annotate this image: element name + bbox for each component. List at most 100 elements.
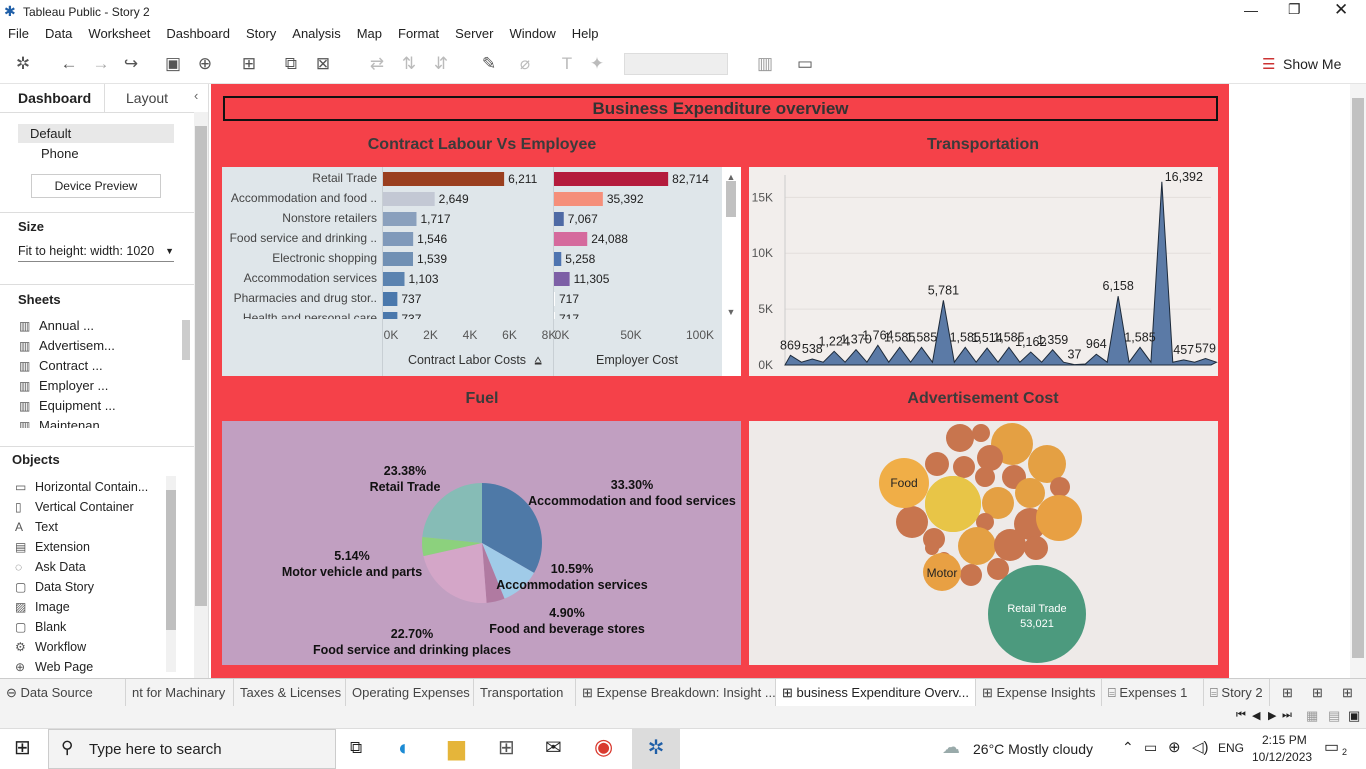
collapse-icon[interactable]: ‹	[194, 88, 198, 103]
undo-icon[interactable]: ←	[58, 53, 80, 75]
restore-icon[interactable]: ❐	[1288, 1, 1301, 18]
transport-chart[interactable]: 15K10K5K0K869 5381,2241,3701,7641,5851,58…	[749, 167, 1218, 376]
object-item[interactable]: A Text	[15, 520, 58, 534]
duplicate-icon[interactable]: ⧉	[280, 53, 302, 75]
menu-worksheet[interactable]: Worksheet	[80, 24, 158, 41]
clock-date[interactable]: 10/12/2023	[1252, 750, 1312, 764]
list-view-icon[interactable]: ▤	[1328, 708, 1340, 724]
employer-bar[interactable]	[554, 212, 564, 226]
sheet-tab[interactable]: ⌸ Expenses 1	[1102, 679, 1204, 707]
taskbar-search[interactable]: ⚲ Type here to search	[48, 729, 336, 769]
advert-bubble[interactable]	[925, 541, 939, 555]
sort-asc-icon[interactable]: ⇅	[398, 53, 420, 75]
sheet-tab[interactable]: ⌸ Story 2	[1204, 679, 1270, 707]
sheet-tab[interactable]: ⊖ Data Source	[0, 679, 126, 707]
store-icon[interactable]: ⊞	[498, 735, 515, 760]
advert-bubble[interactable]	[958, 527, 996, 565]
task-view-icon[interactable]: ⧉	[350, 738, 362, 758]
device-phone[interactable]: Phone	[41, 146, 79, 161]
employer-bar[interactable]	[554, 272, 570, 286]
swap-icon[interactable]: ⇄	[366, 53, 388, 75]
tableau-home-icon[interactable]: ✲	[12, 53, 34, 75]
edge-icon[interactable]: ◐	[398, 735, 411, 761]
scroll-thumb[interactable]	[726, 181, 736, 217]
object-item[interactable]: ▨ Image	[15, 600, 70, 614]
menu-story[interactable]: Story	[238, 24, 284, 41]
network-icon[interactable]: ⊕	[1168, 738, 1181, 756]
advert-bubble[interactable]	[925, 476, 981, 532]
menu-server[interactable]: Server	[447, 24, 501, 41]
battery-icon[interactable]: ▭	[1144, 739, 1157, 756]
object-item[interactable]: ⊕ Web Page	[15, 660, 93, 674]
filmstrip-icon[interactable]: ▣	[1348, 708, 1360, 724]
labor-bar[interactable]	[383, 292, 398, 306]
text-label-icon[interactable]: T	[556, 53, 578, 75]
new-tab-icon[interactable]: ⊞	[1336, 679, 1359, 707]
employer-bar[interactable]	[554, 232, 588, 246]
employer-bar[interactable]	[554, 292, 555, 306]
advert-bubble[interactable]	[975, 467, 995, 487]
advert-bubble[interactable]	[953, 456, 975, 478]
new-tab-icon[interactable]: ⊞	[1276, 679, 1299, 707]
pin-icon[interactable]: ✦	[586, 53, 608, 75]
show-me-icon[interactable]: ☰	[1262, 55, 1275, 73]
sort-desc-icon[interactable]: ⇵	[430, 53, 452, 75]
fit-dropdown[interactable]	[624, 53, 728, 75]
attach-icon[interactable]: ⌀	[514, 53, 536, 75]
sheet-tab[interactable]: ⊞ Expense Insights	[976, 679, 1102, 707]
sheets-scrollbar[interactable]	[182, 320, 190, 360]
menu-dashboard[interactable]: Dashboard	[158, 24, 238, 41]
object-item[interactable]: ▢ Blank	[15, 620, 66, 634]
fuel-chart[interactable]: 33.30% Accommodation and food services 10.…	[222, 421, 741, 665]
sheet-item[interactable]: ▥ Annual ...	[19, 318, 94, 333]
sheet-item[interactable]: ▥ Advertisem...	[19, 338, 115, 353]
sheet-tab[interactable]: Taxes & Licenses	[234, 679, 346, 707]
labor-bar[interactable]	[383, 252, 414, 266]
chevron-up-icon[interactable]: ⌃	[1122, 739, 1134, 756]
replay-icon[interactable]: ↪	[120, 53, 142, 75]
employer-bar[interactable]	[554, 192, 603, 206]
objects-scrollbar[interactable]	[166, 476, 176, 672]
advert-bubble[interactable]	[1036, 495, 1082, 541]
object-item[interactable]: ◌ Ask Data	[15, 560, 86, 574]
weather-icon[interactable]: ☁	[942, 737, 960, 758]
object-item[interactable]: ⚙ Workflow	[15, 640, 86, 654]
nav-first-icon[interactable]: ⏮	[1236, 709, 1246, 722]
menu-window[interactable]: Window	[501, 24, 563, 41]
nav-last-icon[interactable]: ⏭	[1282, 709, 1292, 722]
highlight-icon[interactable]: ✎	[478, 53, 500, 75]
tab-layout[interactable]: Layout	[126, 90, 168, 106]
new-tab-icon[interactable]: ⊞	[1306, 679, 1329, 707]
chrome-icon[interactable]: ◉	[594, 734, 613, 760]
menu-analysis[interactable]: Analysis	[284, 24, 348, 41]
save-icon[interactable]: ▣	[162, 53, 184, 75]
advert-bubble[interactable]	[946, 424, 974, 452]
advert-bubble[interactable]	[1015, 478, 1045, 508]
new-datasource-icon[interactable]: ⊕	[194, 53, 216, 75]
menu-help[interactable]: Help	[564, 24, 607, 41]
advert-chart[interactable]: Food Motor Retail Trade 53,021	[749, 421, 1218, 665]
labor-bar[interactable]	[383, 172, 505, 186]
menu-format[interactable]: Format	[390, 24, 447, 41]
advert-bubble[interactable]	[994, 529, 1026, 561]
sheet-item[interactable]: ▥ Employer ...	[19, 378, 108, 393]
weather-text[interactable]: 26°C Mostly cloudy	[973, 741, 1093, 757]
sheet-tab[interactable]: Transportation	[474, 679, 576, 707]
redo-icon[interactable]: →	[90, 53, 112, 75]
nav-next-icon[interactable]: ▶	[1268, 709, 1276, 722]
volume-icon[interactable]: ◁)	[1192, 738, 1209, 756]
advert-bubble[interactable]	[972, 424, 990, 442]
sheet-item[interactable]: ▥ Maintenan...	[19, 418, 111, 428]
labor-bar[interactable]	[383, 212, 417, 226]
sheet-tab[interactable]: ⊞ business Expenditure Overv...	[776, 679, 976, 707]
size-select[interactable]: Fit to height: width: 1020 ▼	[18, 242, 174, 262]
advert-bubble[interactable]	[925, 452, 949, 476]
mail-icon[interactable]: ✉	[545, 735, 562, 760]
labor-bar[interactable]	[383, 232, 414, 246]
advert-bubble[interactable]	[977, 445, 1003, 471]
sheet-tab[interactable]: ⊞ Expense Breakdown: Insight ...	[576, 679, 776, 707]
labor-bar[interactable]	[383, 192, 435, 206]
panel-scrollbar[interactable]	[194, 112, 208, 678]
menu-file[interactable]: File	[0, 24, 37, 41]
windows-start-icon[interactable]: ⊞	[14, 735, 31, 760]
